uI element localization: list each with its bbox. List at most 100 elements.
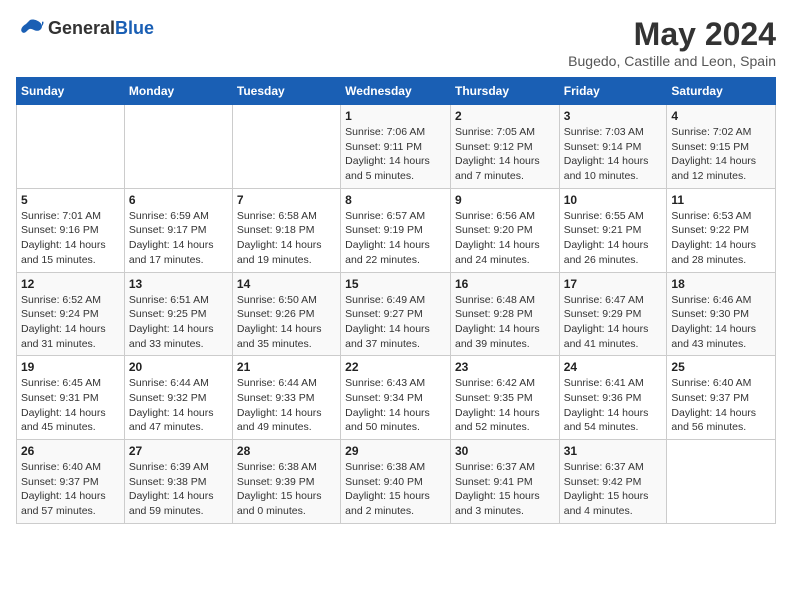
- day-number: 13: [129, 277, 228, 291]
- calendar-cell: 11Sunrise: 6:53 AM Sunset: 9:22 PM Dayli…: [667, 188, 776, 272]
- calendar-cell: [667, 440, 776, 524]
- day-info: Sunrise: 6:42 AM Sunset: 9:35 PM Dayligh…: [455, 376, 555, 435]
- calendar-header-saturday: Saturday: [667, 78, 776, 105]
- calendar-cell: 17 Sunrise: 6:47 AM Sunset: 9:29 PM Dayli…: [559, 272, 667, 356]
- calendar-header-monday: Monday: [124, 78, 232, 105]
- calendar-cell: 20 Sunrise: 6:44 AM Sunset: 9:32 PM Dayli…: [124, 356, 232, 440]
- day-number: 4: [671, 109, 771, 123]
- calendar-body: 1 Sunrise: 7:06 AM Sunset: 9:11 PM Daylig…: [17, 105, 776, 524]
- calendar-header-thursday: Thursday: [450, 78, 559, 105]
- day-number: 16: [455, 277, 555, 291]
- calendar-cell: 26 Sunrise: 6:40 AM Sunset: 9:37 PM Dayli…: [17, 440, 125, 524]
- day-number: 10: [564, 193, 663, 207]
- calendar-cell: 22 Sunrise: 6:43 AM Sunset: 9:34 PM Dayli…: [341, 356, 451, 440]
- day-number: 28: [237, 444, 336, 458]
- day-info: Sunrise: 6:56 AM Sunset: 9:20 PM Dayligh…: [455, 209, 555, 268]
- day-info: Sunrise: 7:01 AM Sunset: 9:16 PM Dayligh…: [21, 209, 120, 268]
- day-number: 6: [129, 193, 228, 207]
- calendar-header-sunday: Sunday: [17, 78, 125, 105]
- day-info: Sunrise: 6:40 AM Sunset: 9:37 PM Dayligh…: [21, 460, 120, 519]
- day-number: 25: [671, 360, 771, 374]
- calendar-cell: 19 Sunrise: 6:45 AM Sunset: 9:31 PM Dayli…: [17, 356, 125, 440]
- day-number: 17: [564, 277, 663, 291]
- day-info: Sunrise: 6:49 AM Sunset: 9:27 PM Dayligh…: [345, 293, 446, 352]
- day-number: 23: [455, 360, 555, 374]
- day-info: Sunrise: 6:44 AM Sunset: 9:33 PM Dayligh…: [237, 376, 336, 435]
- calendar-cell: 7Sunrise: 6:58 AM Sunset: 9:18 PM Daylig…: [232, 188, 340, 272]
- calendar-cell: 14 Sunrise: 6:50 AM Sunset: 9:26 PM Dayli…: [232, 272, 340, 356]
- calendar-cell: 28 Sunrise: 6:38 AM Sunset: 9:39 PM Dayli…: [232, 440, 340, 524]
- day-info: Sunrise: 7:06 AM Sunset: 9:11 PM Dayligh…: [345, 125, 446, 184]
- calendar-cell: 13 Sunrise: 6:51 AM Sunset: 9:25 PM Dayli…: [124, 272, 232, 356]
- calendar-cell: 25Sunrise: 6:40 AM Sunset: 9:37 PM Dayli…: [667, 356, 776, 440]
- calendar-cell: 8 Sunrise: 6:57 AM Sunset: 9:19 PM Daylig…: [341, 188, 451, 272]
- calendar-cell: 16 Sunrise: 6:48 AM Sunset: 9:28 PM Dayli…: [450, 272, 559, 356]
- day-info: Sunrise: 6:48 AM Sunset: 9:28 PM Dayligh…: [455, 293, 555, 352]
- calendar-header-row: SundayMondayTuesdayWednesdayThursdayFrid…: [17, 78, 776, 105]
- calendar-cell: 3Sunrise: 7:03 AM Sunset: 9:14 PM Daylig…: [559, 105, 667, 189]
- day-number: 8: [345, 193, 446, 207]
- calendar-header-friday: Friday: [559, 78, 667, 105]
- location-subtitle: Bugedo, Castille and Leon, Spain: [568, 53, 776, 69]
- day-number: 19: [21, 360, 120, 374]
- logo-general-text: General: [48, 18, 115, 38]
- day-info: Sunrise: 6:47 AM Sunset: 9:29 PM Dayligh…: [564, 293, 663, 352]
- day-number: 3: [564, 109, 663, 123]
- calendar-cell: 5Sunrise: 7:01 AM Sunset: 9:16 PM Daylig…: [17, 188, 125, 272]
- day-number: 1: [345, 109, 446, 123]
- calendar-cell: [232, 105, 340, 189]
- calendar-week-2: 5Sunrise: 7:01 AM Sunset: 9:16 PM Daylig…: [17, 188, 776, 272]
- calendar-week-1: 1 Sunrise: 7:06 AM Sunset: 9:11 PM Daylig…: [17, 105, 776, 189]
- day-number: 22: [345, 360, 446, 374]
- day-number: 30: [455, 444, 555, 458]
- day-number: 24: [564, 360, 663, 374]
- logo-bird-icon: [16, 16, 44, 40]
- calendar-cell: 2 Sunrise: 7:05 AM Sunset: 9:12 PM Daylig…: [450, 105, 559, 189]
- day-number: 12: [21, 277, 120, 291]
- day-info: Sunrise: 7:05 AM Sunset: 9:12 PM Dayligh…: [455, 125, 555, 184]
- calendar-cell: 29 Sunrise: 6:38 AM Sunset: 9:40 PM Dayli…: [341, 440, 451, 524]
- day-number: 15: [345, 277, 446, 291]
- day-info: Sunrise: 6:57 AM Sunset: 9:19 PM Dayligh…: [345, 209, 446, 268]
- day-info: Sunrise: 6:38 AM Sunset: 9:40 PM Dayligh…: [345, 460, 446, 519]
- day-number: 18: [671, 277, 771, 291]
- day-info: Sunrise: 6:52 AM Sunset: 9:24 PM Dayligh…: [21, 293, 120, 352]
- day-number: 26: [21, 444, 120, 458]
- calendar-cell: 31Sunrise: 6:37 AM Sunset: 9:42 PM Dayli…: [559, 440, 667, 524]
- day-number: 20: [129, 360, 228, 374]
- calendar-table: SundayMondayTuesdayWednesdayThursdayFrid…: [16, 77, 776, 524]
- calendar-cell: 24 Sunrise: 6:41 AM Sunset: 9:36 PM Dayli…: [559, 356, 667, 440]
- day-info: Sunrise: 6:55 AM Sunset: 9:21 PM Dayligh…: [564, 209, 663, 268]
- day-number: 21: [237, 360, 336, 374]
- day-info: Sunrise: 6:50 AM Sunset: 9:26 PM Dayligh…: [237, 293, 336, 352]
- calendar-week-3: 12 Sunrise: 6:52 AM Sunset: 9:24 PM Dayli…: [17, 272, 776, 356]
- day-info: Sunrise: 6:37 AM Sunset: 9:41 PM Dayligh…: [455, 460, 555, 519]
- day-info: Sunrise: 6:43 AM Sunset: 9:34 PM Dayligh…: [345, 376, 446, 435]
- day-info: Sunrise: 6:45 AM Sunset: 9:31 PM Dayligh…: [21, 376, 120, 435]
- calendar-cell: 23 Sunrise: 6:42 AM Sunset: 9:35 PM Dayli…: [450, 356, 559, 440]
- day-number: 9: [455, 193, 555, 207]
- day-info: Sunrise: 7:02 AM Sunset: 9:15 PM Dayligh…: [671, 125, 771, 184]
- calendar-cell: 10 Sunrise: 6:55 AM Sunset: 9:21 PM Dayli…: [559, 188, 667, 272]
- day-info: Sunrise: 6:51 AM Sunset: 9:25 PM Dayligh…: [129, 293, 228, 352]
- day-number: 7: [237, 193, 336, 207]
- calendar-header-tuesday: Tuesday: [232, 78, 340, 105]
- page-header: GeneralBlue May 2024 Bugedo, Castille an…: [16, 16, 776, 69]
- calendar-cell: 30 Sunrise: 6:37 AM Sunset: 9:41 PM Dayli…: [450, 440, 559, 524]
- day-info: Sunrise: 6:39 AM Sunset: 9:38 PM Dayligh…: [129, 460, 228, 519]
- day-number: 11: [671, 193, 771, 207]
- day-info: Sunrise: 6:44 AM Sunset: 9:32 PM Dayligh…: [129, 376, 228, 435]
- day-info: Sunrise: 6:38 AM Sunset: 9:39 PM Dayligh…: [237, 460, 336, 519]
- month-year-title: May 2024: [568, 16, 776, 53]
- day-info: Sunrise: 6:46 AM Sunset: 9:30 PM Dayligh…: [671, 293, 771, 352]
- day-number: 2: [455, 109, 555, 123]
- day-number: 31: [564, 444, 663, 458]
- day-info: Sunrise: 6:41 AM Sunset: 9:36 PM Dayligh…: [564, 376, 663, 435]
- calendar-cell: 9 Sunrise: 6:56 AM Sunset: 9:20 PM Daylig…: [450, 188, 559, 272]
- calendar-cell: 21 Sunrise: 6:44 AM Sunset: 9:33 PM Dayli…: [232, 356, 340, 440]
- day-number: 29: [345, 444, 446, 458]
- calendar-cell: 12 Sunrise: 6:52 AM Sunset: 9:24 PM Dayli…: [17, 272, 125, 356]
- logo-blue-text: Blue: [115, 18, 154, 38]
- day-number: 14: [237, 277, 336, 291]
- calendar-cell: 1 Sunrise: 7:06 AM Sunset: 9:11 PM Daylig…: [341, 105, 451, 189]
